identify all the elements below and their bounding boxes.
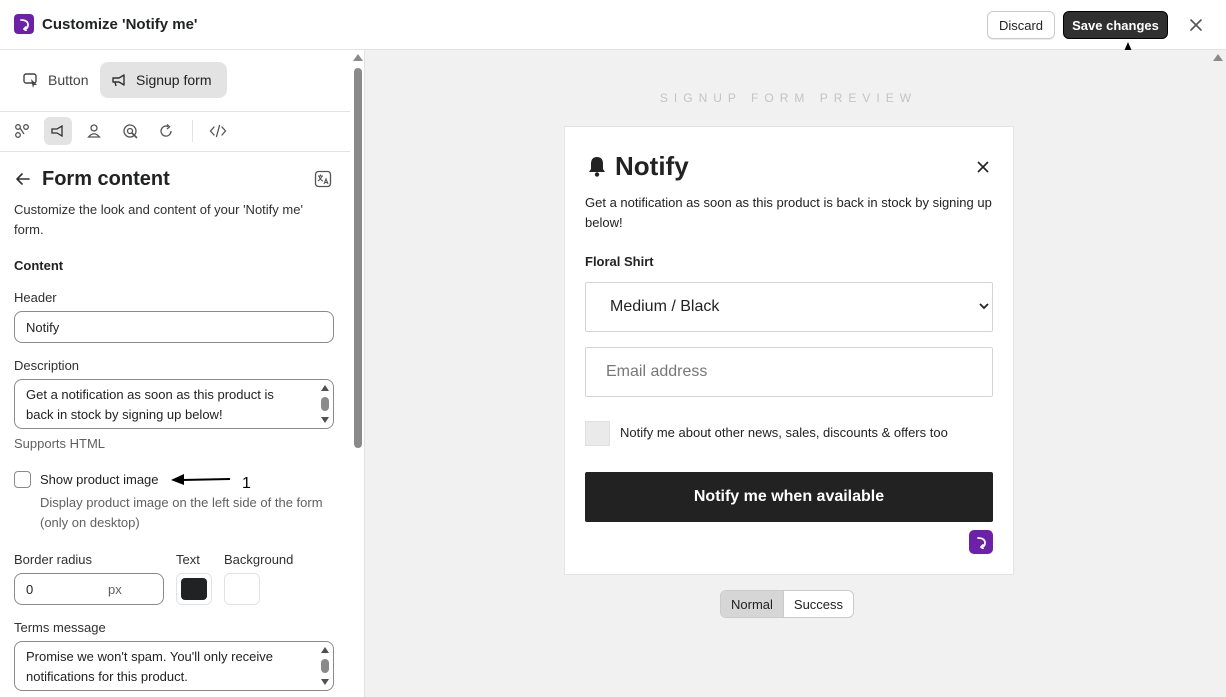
form-description: Get a notification as soon as this produ…	[585, 195, 992, 230]
cursor-click-icon	[23, 73, 37, 88]
background-color-swatch	[229, 578, 255, 600]
person-icon[interactable]	[80, 117, 108, 145]
supports-html-hint: Supports HTML	[14, 436, 106, 451]
header-input[interactable]: Notify	[14, 311, 334, 343]
brand-badge-icon[interactable]	[969, 530, 993, 554]
bell-icon	[587, 155, 607, 182]
border-radius-label: Border radius	[14, 552, 93, 567]
signup-form-card: Notify Get a notification as soon as thi…	[564, 126, 1014, 575]
text-color-swatch	[181, 578, 207, 600]
toolbar-divider	[192, 120, 193, 142]
state-success-button[interactable]: Success	[784, 591, 853, 617]
textarea-scrollbar[interactable]	[320, 383, 330, 425]
tab-signup-form-label: Signup form	[136, 72, 212, 88]
preview-area: SIGNUP FORM PREVIEW Notify Get a notific…	[365, 50, 1226, 697]
page-title: Customize 'Notify me'	[42, 16, 198, 33]
terms-message-text: Promise we won't spam. You'll only recei…	[26, 649, 274, 684]
flow-icon[interactable]	[8, 117, 36, 145]
code-icon[interactable]	[204, 117, 232, 145]
notify-me-button[interactable]: Notify me when available	[585, 472, 993, 522]
terms-message-textarea[interactable]: Promise we won't spam. You'll only recei…	[14, 641, 334, 691]
textarea-scrollbar[interactable]	[320, 645, 330, 687]
tab-signup-form[interactable]: Signup form	[100, 62, 227, 98]
section-title: Form content	[42, 168, 170, 190]
preview-state-toggle: Normal Success	[720, 590, 855, 618]
top-bar: Customize 'Notify me' Discard Save chang…	[0, 0, 1226, 50]
description-textarea[interactable]: Get a notification as soon as this produ…	[14, 379, 334, 429]
form-title: Notify	[615, 151, 689, 181]
text-color-label: Text	[176, 552, 200, 567]
section-description: Customize the look and content of your '…	[14, 202, 303, 237]
show-product-image-label: Show product image	[40, 472, 159, 487]
show-product-image-help: Display product image on the left side o…	[40, 495, 323, 530]
tool-icon-row	[0, 112, 350, 152]
border-radius-input[interactable]: 0 px	[14, 573, 164, 605]
panel-scrollbar[interactable]	[351, 50, 364, 697]
newsletter-label: Notify me about other news, sales, disco…	[620, 425, 948, 440]
mode-switcher: Button Signup form	[0, 50, 350, 112]
translate-icon[interactable]	[314, 170, 332, 193]
variant-select[interactable]: Medium / Black	[585, 282, 993, 332]
border-radius-unit: px	[108, 582, 122, 597]
email-field[interactable]: Email address	[585, 347, 993, 397]
megaphone-icon	[112, 74, 125, 87]
form-close-icon[interactable]	[977, 160, 989, 178]
chevron-down-icon	[979, 303, 989, 310]
description-label: Description	[14, 358, 80, 373]
app-logo-icon	[14, 14, 34, 34]
variant-selected-value: Medium / Black	[610, 298, 720, 315]
product-name: Floral Shirt	[585, 254, 654, 269]
refresh-icon[interactable]	[152, 117, 180, 145]
border-radius-value: 0	[26, 582, 34, 597]
back-arrow-icon[interactable]	[14, 170, 32, 193]
text-color-picker[interactable]	[176, 573, 212, 605]
discard-button[interactable]: Discard	[987, 11, 1055, 39]
show-product-image-checkbox[interactable]	[14, 471, 31, 488]
tab-button[interactable]: Button	[12, 62, 102, 98]
preview-heading: SIGNUP FORM PREVIEW	[659, 91, 918, 105]
annotation-arrow-1	[171, 474, 231, 485]
background-color-label: Background	[224, 552, 294, 567]
content-heading: Content	[14, 258, 64, 273]
close-icon[interactable]	[1186, 15, 1206, 35]
tab-button-label: Button	[48, 72, 89, 88]
newsletter-checkbox[interactable]	[585, 421, 610, 446]
description-text: Get a notification as soon as this produ…	[26, 387, 274, 422]
form-icon[interactable]	[44, 117, 72, 145]
header-label: Header	[14, 290, 57, 305]
settings-panel: Button Signup form Form content Customiz…	[0, 50, 365, 697]
save-changes-button[interactable]: Save changes	[1063, 11, 1168, 39]
state-normal-button[interactable]: Normal	[721, 591, 784, 617]
background-color-picker[interactable]	[224, 573, 260, 605]
annotation-marker-1: 1	[242, 475, 251, 492]
preview-scroll-up[interactable]	[1213, 54, 1223, 61]
target-icon[interactable]	[116, 117, 144, 145]
terms-message-label: Terms message	[14, 620, 106, 635]
